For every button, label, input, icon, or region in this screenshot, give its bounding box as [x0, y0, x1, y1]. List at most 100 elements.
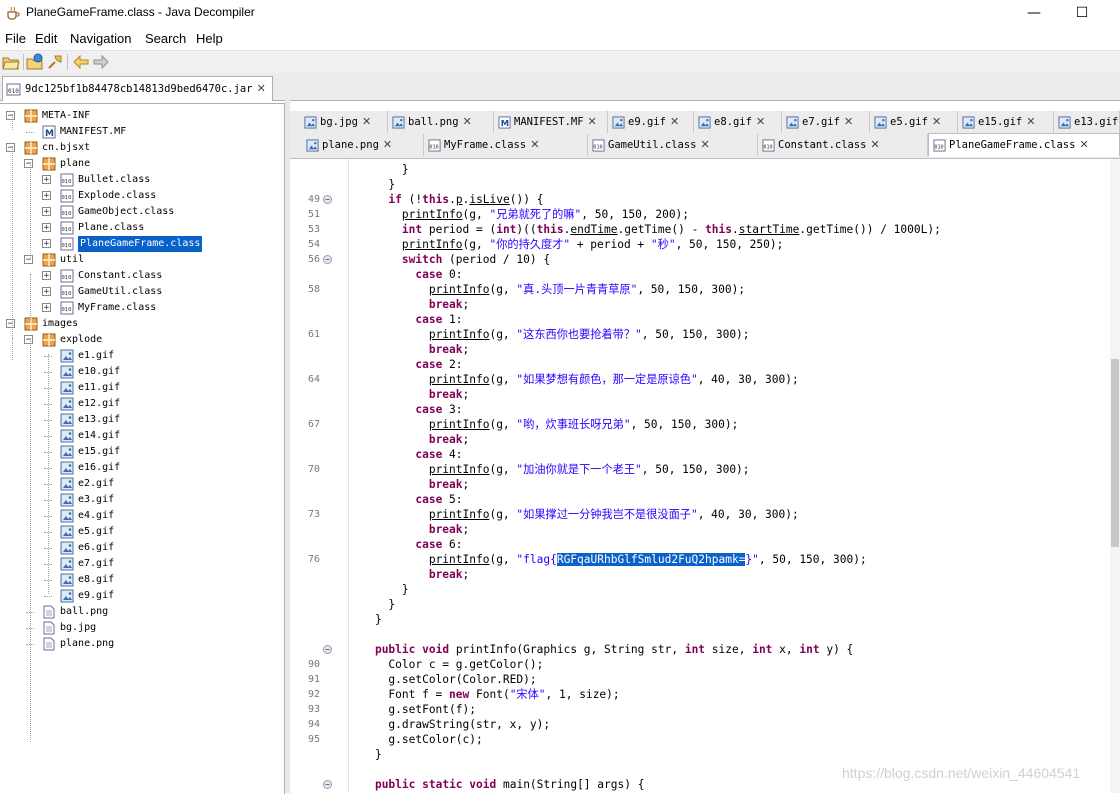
- expand-icon[interactable]: +: [42, 303, 51, 313]
- close-icon[interactable]: ✕: [670, 115, 679, 128]
- collapse-icon[interactable]: −: [24, 255, 33, 265]
- editor-tab[interactable]: plane.png ✕: [302, 134, 424, 156]
- editor-tab[interactable]: e5.gif ✕: [870, 111, 958, 133]
- tree-node[interactable]: e2.gif: [0, 476, 280, 492]
- close-icon[interactable]: ✕: [362, 115, 371, 128]
- editor-tab[interactable]: e15.gif ✕: [958, 111, 1054, 133]
- tree-node[interactable]: e3.gif: [0, 492, 280, 508]
- tree-node[interactable]: e5.gif: [0, 524, 280, 540]
- tree-node[interactable]: e8.gif: [0, 572, 280, 588]
- expand-icon[interactable]: +: [42, 191, 51, 201]
- tree-node[interactable]: e14.gif: [0, 428, 280, 444]
- tree-node[interactable]: e16.gif: [0, 460, 280, 476]
- tree-node[interactable]: − images: [0, 316, 280, 332]
- editor-tab[interactable]: e13.gif✕: [1054, 111, 1120, 133]
- expand-icon[interactable]: +: [42, 271, 51, 281]
- tree-node[interactable]: e1.gif: [0, 348, 280, 364]
- fold-toggle-icon[interactable]: −: [323, 780, 332, 789]
- code-editor[interactable]: } } 49− if (!this.p.isLive()) {51 printIn…: [290, 159, 1110, 793]
- tree-node[interactable]: e7.gif: [0, 556, 280, 572]
- close-icon[interactable]: ✕: [871, 138, 880, 151]
- close-icon[interactable]: ✕: [844, 115, 853, 128]
- tree-node[interactable]: e13.gif: [0, 412, 280, 428]
- tree-node[interactable]: +010 Explode.class: [0, 188, 280, 204]
- editor-tab[interactable]: M MANIFEST.MF ✕: [494, 111, 608, 133]
- fold-toggle-icon[interactable]: −: [323, 255, 332, 264]
- expand-icon[interactable]: +: [42, 175, 51, 185]
- code-token: switch: [401, 253, 443, 266]
- tree-node[interactable]: M MANIFEST.MF: [0, 124, 280, 140]
- menu-navigation[interactable]: Navigation: [70, 31, 131, 46]
- tree-node[interactable]: +010 Constant.class: [0, 268, 280, 284]
- package-tree[interactable]: − META-INF M MANIFEST.MF − cn.bjsxt − plane +010…: [0, 103, 285, 794]
- tree-node[interactable]: +010 GameObject.class: [0, 204, 280, 220]
- fold-toggle-icon[interactable]: −: [323, 195, 332, 204]
- vertical-scrollbar[interactable]: [1110, 159, 1120, 793]
- menu-file[interactable]: File: [5, 31, 26, 46]
- tree-node[interactable]: +010 GameUtil.class: [0, 284, 280, 300]
- tree-node[interactable]: e10.gif: [0, 364, 280, 380]
- tree-node[interactable]: +010 Bullet.class: [0, 172, 280, 188]
- expand-icon[interactable]: +: [42, 287, 51, 297]
- close-icon[interactable]: ✕: [756, 115, 765, 128]
- editor-tab[interactable]: ball.png ✕: [388, 111, 494, 133]
- menu-edit[interactable]: Edit: [35, 31, 57, 46]
- tree-node[interactable]: − plane: [0, 156, 280, 172]
- collapse-icon[interactable]: −: [24, 335, 33, 345]
- forward-arrow-icon[interactable]: [92, 53, 110, 71]
- tree-node[interactable]: e6.gif: [0, 540, 280, 556]
- close-icon[interactable]: ✕: [530, 138, 539, 151]
- collapse-icon[interactable]: −: [6, 319, 15, 329]
- editor-tab[interactable]: 010 MyFrame.class ✕: [424, 134, 588, 156]
- tab-jar-archive[interactable]: 010 9dc125bf1b84478cb14813d9bed6470c.jar…: [2, 76, 273, 101]
- close-icon[interactable]: ✕: [588, 115, 597, 128]
- tree-node[interactable]: +010 Plane.class: [0, 220, 280, 236]
- open-type-icon[interactable]: [26, 53, 44, 71]
- expand-icon[interactable]: +: [42, 223, 51, 233]
- editor-tab[interactable]: e7.gif ✕: [782, 111, 870, 133]
- tree-node[interactable]: − util: [0, 252, 280, 268]
- tree-node[interactable]: bg.jpg: [0, 620, 280, 636]
- editor-tab[interactable]: 010 GameUtil.class ✕: [588, 134, 758, 156]
- editor-tab[interactable]: bg.jpg ✕: [300, 111, 388, 133]
- back-arrow-icon[interactable]: [72, 53, 90, 71]
- close-icon[interactable]: ✕: [257, 82, 266, 95]
- editor-tab[interactable]: 010 PlaneGameFrame.class ✕: [928, 133, 1120, 157]
- editor-tab[interactable]: e9.gif ✕: [608, 111, 694, 133]
- tree-node[interactable]: e12.gif: [0, 396, 280, 412]
- scrollbar-thumb[interactable]: [1111, 359, 1119, 547]
- fold-toggle-icon[interactable]: −: [323, 645, 332, 654]
- tree-node[interactable]: +010 PlaneGameFrame.class: [0, 236, 280, 252]
- tree-node[interactable]: − explode: [0, 332, 280, 348]
- close-icon[interactable]: ✕: [383, 138, 392, 151]
- tree-node[interactable]: e9.gif: [0, 588, 280, 604]
- tree-node[interactable]: ball.png: [0, 604, 280, 620]
- menu-help[interactable]: Help: [196, 31, 223, 46]
- editor-tab-label: Constant.class: [778, 139, 867, 151]
- collapse-icon[interactable]: −: [6, 111, 15, 121]
- menu-search[interactable]: Search: [145, 31, 186, 46]
- close-icon[interactable]: ✕: [1079, 138, 1088, 151]
- close-icon[interactable]: ✕: [463, 115, 472, 128]
- code-line: break;: [290, 297, 1110, 312]
- close-icon[interactable]: ✕: [701, 138, 710, 151]
- tree-node[interactable]: − META-INF: [0, 108, 280, 124]
- open-file-icon[interactable]: [2, 53, 20, 71]
- tree-node[interactable]: e15.gif: [0, 444, 280, 460]
- editor-tab[interactable]: 010 Constant.class ✕: [758, 134, 928, 156]
- expand-icon[interactable]: +: [42, 239, 51, 249]
- collapse-icon[interactable]: −: [6, 143, 15, 153]
- search-icon[interactable]: [46, 53, 64, 71]
- expand-icon[interactable]: +: [42, 207, 51, 217]
- close-icon[interactable]: ✕: [1026, 115, 1035, 128]
- close-icon[interactable]: ✕: [932, 115, 941, 128]
- tree-node[interactable]: e4.gif: [0, 508, 280, 524]
- tree-node[interactable]: plane.png: [0, 636, 280, 652]
- minimize-button[interactable]: —: [1024, 4, 1044, 22]
- maximize-button[interactable]: ☐: [1072, 4, 1092, 22]
- collapse-icon[interactable]: −: [24, 159, 33, 169]
- editor-tab[interactable]: e8.gif ✕: [694, 111, 782, 133]
- tree-node[interactable]: +010 MyFrame.class: [0, 300, 280, 316]
- tree-node[interactable]: − cn.bjsxt: [0, 140, 280, 156]
- tree-node[interactable]: e11.gif: [0, 380, 280, 396]
